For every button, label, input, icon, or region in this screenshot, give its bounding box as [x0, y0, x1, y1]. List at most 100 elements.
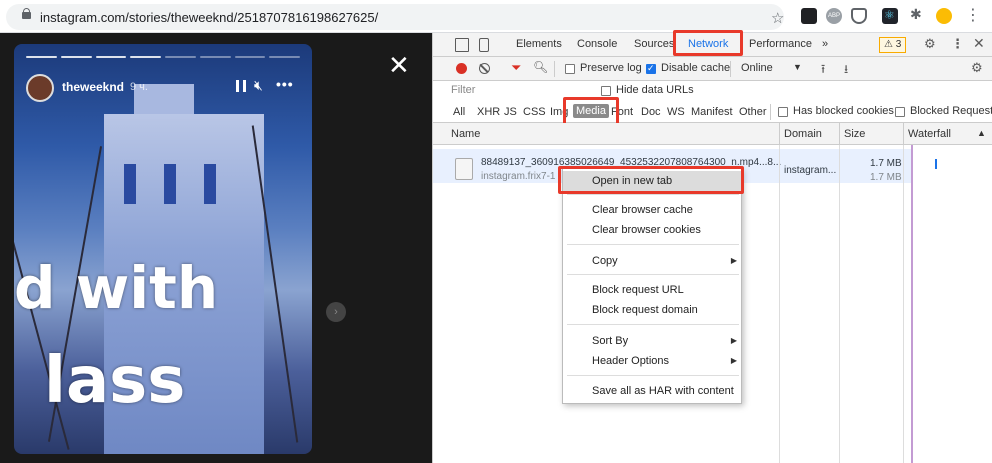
chevron-down-icon[interactable]: ▼: [793, 62, 802, 72]
settings-gear-icon[interactable]: ⚙: [924, 36, 936, 52]
type-ws[interactable]: WS: [667, 106, 685, 118]
menu-clear-browser-cookies[interactable]: Clear browser cookies: [563, 220, 743, 240]
menu-sort-by-label: Sort By: [592, 335, 629, 347]
pause-icon[interactable]: [236, 80, 246, 92]
has-blocked-cookies-label[interactable]: Has blocked cookies: [793, 105, 894, 117]
request-size: 1.7 MB: [870, 158, 902, 169]
column-line: [903, 145, 904, 463]
preserve-log-checkbox[interactable]: [565, 64, 575, 74]
blocked-requests-checkbox[interactable]: [895, 107, 905, 117]
disable-cache-checkbox[interactable]: [646, 63, 656, 74]
export-har-icon[interactable]: ⭳: [844, 60, 848, 81]
search-icon[interactable]: 🔍︎: [533, 60, 548, 74]
story-time: 9 ч.: [130, 81, 148, 93]
hide-data-urls-checkbox[interactable]: [601, 86, 611, 96]
filter-icon[interactable]: ⏷: [511, 60, 521, 76]
column-waterfall[interactable]: Waterfall: [908, 128, 951, 140]
type-other[interactable]: Other: [739, 106, 767, 118]
resource-type-filters: All XHR JS CSS Img Media Font Doc WS Man…: [433, 101, 992, 123]
type-css[interactable]: CSS: [523, 106, 546, 118]
type-all[interactable]: All: [453, 106, 465, 118]
chrome-menu-icon[interactable]: ⋮: [965, 5, 981, 24]
submenu-arrow-icon: ▶: [730, 356, 737, 365]
menu-sort-by[interactable]: Sort By ▶: [563, 331, 743, 351]
menu-header-options[interactable]: Header Options ▶: [563, 351, 743, 371]
browser-toolbar: instagram.com/stories/theweeknd/25187078…: [0, 0, 992, 33]
column-domain[interactable]: Domain: [784, 128, 822, 140]
blocked-requests-label[interactable]: Blocked Requests: [910, 105, 992, 117]
divider: [554, 61, 555, 77]
angular-icon[interactable]: [851, 8, 867, 24]
close-icon[interactable]: ✕: [388, 50, 410, 81]
story-overlay-text-2: lass: [44, 344, 186, 418]
story-image-window: [164, 164, 176, 204]
request-transferred: 1.7 MB: [870, 172, 902, 183]
submenu-arrow-icon: ▶: [730, 336, 737, 345]
divider: [730, 61, 731, 77]
type-manifest[interactable]: Manifest: [691, 106, 733, 118]
column-divider: [779, 123, 780, 145]
story-avatar[interactable]: [26, 74, 54, 102]
url-text[interactable]: instagram.com/stories/theweeknd/25187078…: [40, 10, 378, 25]
story-username[interactable]: theweeknd: [62, 80, 124, 94]
more-options-icon[interactable]: •••: [276, 76, 294, 92]
bookmark-star-icon[interactable]: ☆: [771, 9, 784, 27]
tab-sources[interactable]: Sources: [634, 38, 674, 50]
progress-segment: [60, 56, 92, 58]
more-tabs-icon[interactable]: »: [822, 38, 828, 50]
menu-header-options-label: Header Options: [592, 355, 670, 367]
next-story-icon[interactable]: ›: [326, 302, 346, 322]
menu-separator: [567, 244, 739, 245]
import-har-icon[interactable]: ⭱: [821, 60, 825, 81]
sort-ascending-icon[interactable]: ▲: [977, 128, 986, 138]
tab-performance[interactable]: Performance: [749, 38, 812, 50]
warnings-badge[interactable]: ⚠ 3: [879, 37, 907, 53]
progress-segment: [26, 56, 57, 58]
tab-console[interactable]: Console: [577, 38, 617, 50]
react-devtools-icon[interactable]: [882, 8, 898, 24]
devtools-menu-icon[interactable]: ⋮: [951, 36, 964, 52]
progress-segment: [130, 56, 161, 58]
lock-icon[interactable]: [22, 8, 31, 19]
preserve-log-label[interactable]: Preserve log: [580, 62, 642, 74]
type-js[interactable]: JS: [504, 106, 517, 118]
has-blocked-cookies-checkbox[interactable]: [778, 107, 788, 117]
extension-dark-icon[interactable]: [801, 8, 817, 24]
menu-block-request-url[interactable]: Block request URL: [563, 280, 743, 300]
address-bar[interactable]: instagram.com/stories/theweeknd/25187078…: [6, 4, 784, 30]
hide-data-urls-label[interactable]: Hide data URLs: [616, 84, 694, 96]
story-frame[interactable]: theweeknd 9 ч. 🔇︎ ••• d with lass: [14, 44, 312, 454]
menu-clear-browser-cache[interactable]: Clear browser cache: [563, 200, 743, 220]
requests-table-header: Name Domain Size Waterfall ▲: [433, 123, 992, 145]
progress-segment: [269, 56, 300, 58]
request-domain: instagram...: [784, 165, 837, 176]
tab-elements[interactable]: Elements: [516, 38, 562, 50]
divider: [770, 104, 771, 120]
network-settings-gear-icon[interactable]: ⚙: [971, 60, 983, 76]
inspect-element-icon[interactable]: [455, 38, 469, 52]
menu-save-all-as-har[interactable]: Save all as HAR with content: [563, 381, 743, 401]
progress-segment: [199, 56, 231, 58]
context-menu: Open in new tab Clear browser cache Clea…: [562, 168, 743, 404]
progress-segment: [234, 56, 266, 58]
menu-block-request-domain[interactable]: Block request domain: [563, 300, 743, 320]
filter-input[interactable]: Filter: [451, 84, 475, 96]
adblock-icon[interactable]: ABP: [826, 8, 842, 24]
column-name[interactable]: Name: [451, 128, 480, 140]
disable-cache-label[interactable]: Disable cache: [661, 62, 730, 74]
type-xhr[interactable]: XHR: [477, 106, 500, 118]
submenu-arrow-icon: ▶: [730, 256, 737, 265]
menu-copy[interactable]: Copy ▶: [563, 251, 743, 271]
type-doc[interactable]: Doc: [641, 106, 661, 118]
device-toolbar-icon[interactable]: [479, 38, 489, 52]
throttle-select[interactable]: Online: [741, 62, 773, 74]
record-icon[interactable]: [456, 63, 467, 74]
mute-icon[interactable]: 🔇︎: [254, 77, 263, 94]
close-devtools-icon[interactable]: ✕: [973, 35, 985, 52]
profile-avatar-icon[interactable]: [936, 8, 952, 24]
clear-icon[interactable]: [479, 63, 490, 74]
column-line: [779, 145, 780, 463]
puzzle-extensions-icon[interactable]: ✱: [910, 6, 926, 22]
filter-row: Filter Hide data URLs: [433, 81, 992, 101]
column-size[interactable]: Size: [844, 128, 865, 140]
